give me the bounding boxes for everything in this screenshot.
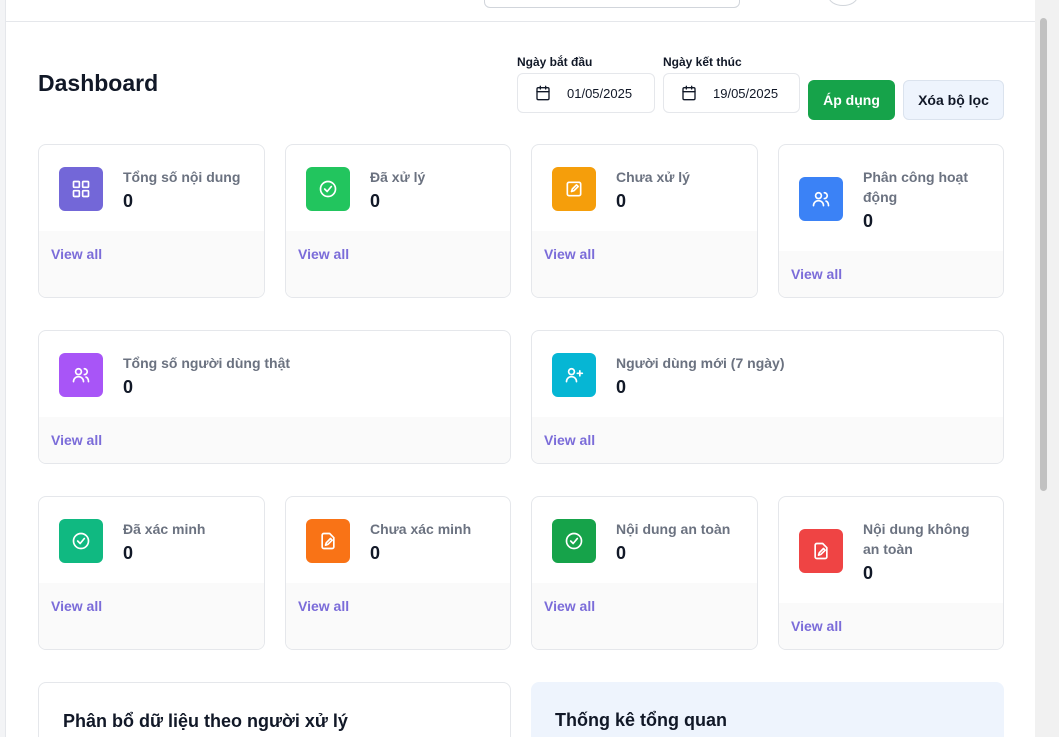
view-all-link[interactable]: View all (544, 598, 595, 614)
stat-card-new-users: Người dùng mới (7 ngày) 0 View all (531, 330, 1004, 464)
card-footer: View all (532, 417, 1003, 463)
check-circle-icon (306, 167, 350, 211)
card-value: 0 (616, 191, 627, 211)
stat-card-unprocessed: Chưa xử lý 0 View all (531, 144, 758, 298)
view-all-link[interactable]: View all (51, 246, 102, 262)
stat-card-unverified: Chưa xác minh 0 View all (285, 496, 511, 650)
start-date-label: Ngày bắt đầu (517, 55, 593, 69)
check-circle-icon (59, 519, 103, 563)
card-footer: View all (39, 417, 510, 463)
file-edit-icon (799, 529, 843, 573)
view-all-link[interactable]: View all (298, 246, 349, 262)
overview-panel: Thống kê tổng quan (531, 682, 1004, 737)
card-footer: View all (532, 231, 757, 297)
distribution-title: Phân bổ dữ liệu theo người xử lý (63, 711, 348, 731)
card-value: 0 (616, 377, 627, 397)
start-date-input[interactable]: 01/05/2025 (517, 73, 655, 113)
card-label: Đã xác minh (123, 521, 206, 537)
card-footer: View all (286, 583, 510, 649)
card-label: Đã xử lý (370, 169, 426, 185)
stat-card-processed: Đã xử lý 0 View all (285, 144, 511, 298)
stat-card-safe-content: Nội dung an toàn 0 View all (531, 496, 758, 650)
card-value: 0 (863, 211, 874, 231)
stat-card-verified: Đã xác minh 0 View all (38, 496, 265, 650)
card-label: Tổng số người dùng thật (123, 355, 291, 371)
card-label: Nội dung an toàn (616, 521, 731, 537)
file-edit-icon (306, 519, 350, 563)
card-footer: View all (39, 231, 264, 297)
card-value: 0 (370, 543, 381, 563)
card-value: 0 (123, 191, 134, 211)
stat-card-total-content: Tổng số nội dung 0 View all (38, 144, 265, 298)
end-date-input[interactable]: 19/05/2025 (663, 73, 800, 113)
card-label: Phân công hoạt động (863, 169, 968, 205)
card-label: Tổng số nội dung (123, 169, 241, 185)
view-all-link[interactable]: View all (544, 246, 595, 262)
view-all-link[interactable]: View all (51, 598, 102, 614)
end-date-label: Ngày kết thúc (663, 55, 742, 69)
card-footer: View all (286, 231, 510, 297)
stat-card-assignment: Phân công hoạt động 0 View all (778, 144, 1004, 298)
card-value: 0 (370, 191, 381, 211)
card-footer: View all (39, 583, 264, 649)
user-plus-icon (552, 353, 596, 397)
card-value: 0 (123, 377, 134, 397)
left-rail (0, 0, 6, 737)
scrollbar-thumb[interactable] (1040, 18, 1047, 491)
page-title: Dashboard (38, 70, 159, 96)
calendar-icon (682, 85, 696, 101)
clear-filter-button[interactable]: Xóa bộ lọc (903, 80, 1004, 120)
check-circle-icon (552, 519, 596, 563)
top-bar (6, 0, 1035, 22)
card-value: 0 (863, 563, 874, 583)
card-footer: View all (532, 583, 757, 649)
card-label: Chưa xử lý (616, 169, 690, 185)
card-label: Nội dung không an toàn (863, 521, 970, 557)
stat-card-unsafe-content: Nội dung không an toàn 0 View all (778, 496, 1004, 650)
view-all-link[interactable]: View all (791, 266, 842, 282)
stat-card-real-users: Tổng số người dùng thật 0 View all (38, 330, 511, 464)
scrollbar-track[interactable] (1035, 0, 1059, 737)
overview-title: Thống kê tổng quan (555, 710, 727, 730)
grid-icon (59, 167, 103, 211)
card-footer: View all (779, 603, 1003, 649)
calendar-icon (536, 85, 550, 101)
distribution-panel: Phân bổ dữ liệu theo người xử lý (38, 682, 511, 737)
view-all-link[interactable]: View all (544, 432, 595, 448)
avatar[interactable] (828, 0, 858, 6)
view-all-link[interactable]: View all (298, 598, 349, 614)
apply-button[interactable]: Áp dụng (808, 80, 895, 120)
card-footer: View all (779, 251, 1003, 297)
card-label: Người dùng mới (7 ngày) (616, 355, 785, 371)
card-label: Chưa xác minh (370, 521, 472, 537)
edit-icon (552, 167, 596, 211)
view-all-link[interactable]: View all (791, 618, 842, 634)
card-value: 0 (123, 543, 134, 563)
card-value: 0 (616, 543, 627, 563)
top-search-input[interactable] (484, 0, 740, 8)
users-icon (799, 177, 843, 221)
end-date-value: 19/05/2025 (713, 85, 779, 101)
view-all-link[interactable]: View all (51, 432, 102, 448)
users-icon (59, 353, 103, 397)
start-date-value: 01/05/2025 (567, 85, 633, 101)
